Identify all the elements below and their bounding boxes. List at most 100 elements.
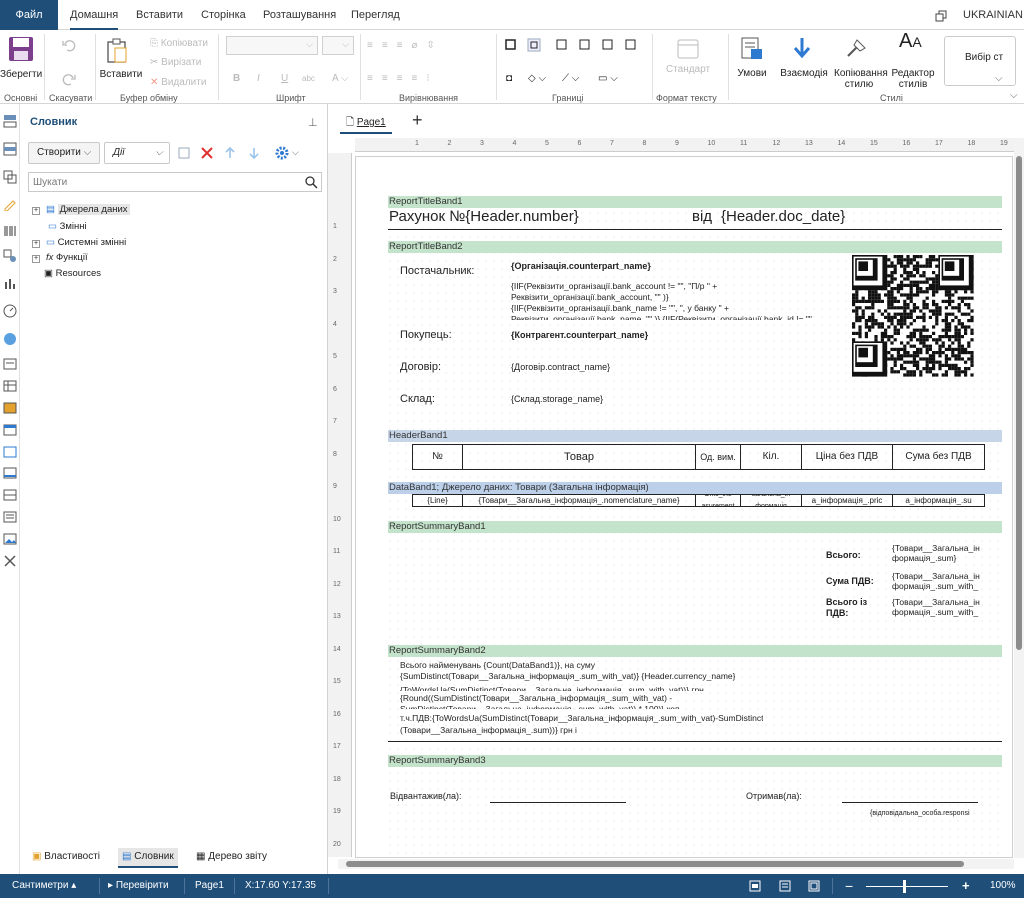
align-top-buttons[interactable]: ≡≡≡⌀⇳ [367,40,444,51]
cut-button[interactable]: ✂ Вирізати [150,57,201,68]
copy-button[interactable]: ⎘ Копіювати [150,38,208,49]
supplier-bank-line2[interactable]: Реквізити_організації.bank_account, "" )… [511,292,669,302]
interaction-button[interactable]: Взаємодія [776,68,832,79]
move-up-icon[interactable] [223,146,237,160]
delete-icon[interactable] [200,146,214,160]
cross-tab-icon[interactable] [3,401,17,415]
line-style-button[interactable]: ▭ ⌵ [598,73,618,84]
strikethrough-button[interactable]: abc [302,73,315,84]
fill-color-button[interactable]: ◇ ⌵ [528,73,546,84]
tab-layout[interactable]: Розташування [263,0,336,30]
style-editor-icon[interactable]: AA [899,31,922,51]
received-label[interactable]: Отримав(ла): [746,791,802,801]
tab-home[interactable]: Домашня [70,0,119,30]
zoom-width-icon[interactable] [808,880,820,892]
invoice-title[interactable]: Рахунок №{Header.number} [389,208,579,225]
border-buttons[interactable] [504,38,644,52]
horizontal-scrollbar[interactable] [338,859,1014,869]
text-icon[interactable] [3,357,17,371]
tab-page1[interactable]: 🗋 Page1 [340,112,392,134]
vertical-scroll-thumb[interactable] [1016,156,1022,650]
buyer-value[interactable]: {Контрагент.counterpart_name} [511,330,648,340]
italic-button[interactable]: I [257,73,260,84]
page-view-icon[interactable] [749,880,761,892]
total-vat-label[interactable]: Всього із ПДВ: [826,597,882,619]
collapse-ribbon-icon[interactable]: ⌵ [1010,90,1018,101]
table-icon[interactable] [3,379,17,393]
vat-value[interactable]: {Товари__Загальна_ін формація_.sum_with_ [892,571,987,593]
header-band1[interactable]: HeaderBand1 [388,430,1002,442]
undo-icon[interactable] [62,38,76,52]
total-label[interactable]: Всього: [826,550,861,560]
data-sum[interactable]: а_інформація_.su [892,494,985,507]
report-summary-band1[interactable]: ReportSummaryBand1 [388,521,1002,533]
subreport-icon[interactable] [3,423,17,437]
align-text-buttons[interactable]: ≡≡≡≡⁝ [367,73,439,84]
style-editor-button[interactable]: Редактор стилів [889,68,937,90]
supplier-bank-line3[interactable]: {IIF(Реквізити_організації.bank_name != … [511,303,729,313]
circle-icon[interactable] [3,332,17,346]
chevron-down-icon[interactable]: ⌵ [292,147,299,158]
panel-icon[interactable] [3,445,17,459]
container-icon[interactable] [3,466,17,480]
component-icon[interactable] [3,170,17,184]
copy-style-button[interactable]: Копіювання стилю [834,68,888,90]
create-button[interactable]: Створити ⌵ [28,142,100,164]
edit-icon[interactable] [178,146,192,160]
add-page-icon[interactable]: + [412,110,423,131]
save-icon[interactable] [8,36,34,62]
tree-item-system-variables[interactable]: + ▭ Системні змінні [32,237,126,249]
report-summary-band3[interactable]: ReportSummaryBand3 [388,755,1002,767]
col-sum[interactable]: Сума без ПДВ [892,444,985,470]
delete-button[interactable]: ✕ Видалити [150,77,206,88]
chart-icon[interactable] [3,276,17,290]
pen-icon[interactable] [3,197,17,211]
summary-line7[interactable]: (Товари__Загальна_інформація_.sum))} грн… [400,725,577,735]
font-color-button[interactable]: A ⌵ [332,73,348,84]
summary-line6[interactable]: т.ч.ПДВ:{ToWordsUa(SumDistinct(Товари__З… [400,713,763,723]
tab-page[interactable]: Сторінка [201,0,246,30]
fit-page-icon[interactable] [779,880,791,892]
supplier-bank-line4[interactable]: Реквізити_організації.bank_name, "" )} {… [511,314,841,320]
supplier-label[interactable]: Постачальник: [400,265,474,277]
buyer-label[interactable]: Покупець: [400,329,452,341]
tree-item-resources[interactable]: ▣ Resources [44,268,101,280]
language-selector[interactable]: UKRAINIAN [963,0,1023,30]
data-qty[interactable]: загальна_ін формація [740,494,802,507]
conditions-button[interactable]: Умови [730,68,774,79]
data-line[interactable]: {Line} [412,494,463,507]
barcode-icon[interactable] [3,224,17,238]
settings-gear-icon[interactable] [274,145,290,161]
responsible-name[interactable]: {відповідальна_особа.responsible_name} [870,809,970,818]
summary-line4[interactable]: {Round((SumDistinct(Товари__Загальна_інф… [400,693,672,703]
tree-item-functions[interactable]: + fx Функції [32,252,88,264]
data-band1[interactable]: DataBand1; Джерело даних: Товари (Загаль… [388,482,1002,494]
doc-date[interactable]: {Header.doc_date} [721,208,845,225]
summary-line5[interactable]: SumDistinct(Товари__Загальна_інформація_… [400,704,682,709]
contract-label[interactable]: Договір: [400,361,441,373]
zoom-out-button[interactable]: − [845,874,853,898]
summary-line3[interactable]: {ToWordsUa(SumDistinct(Товари__Загальна_… [400,685,704,691]
save-button[interactable]: Зберегти [0,69,42,80]
format-standard-button[interactable]: Стандарт [662,64,714,75]
zoom-in-button[interactable]: + [962,874,970,898]
supplier-bank-line1[interactable]: {IIF(Реквізити_організації.bank_account … [511,281,717,291]
shadow-button[interactable]: ◘ [506,73,512,84]
qr-code-image[interactable] [848,251,975,378]
tab-dictionary[interactable]: ▤ Словник [118,848,178,868]
search-icon[interactable] [305,176,318,189]
tree-item-data-sources[interactable]: + ▤ Джерела даних [32,204,130,216]
report-page[interactable]: ReportTitleBand1 Рахунок №{Header.number… [355,156,1013,858]
search-input[interactable]: Шукати [28,172,322,192]
tab-view[interactable]: Перегляд [351,0,400,30]
data-unit[interactable]: Onic_ine asurement [695,494,741,507]
horizontal-scroll-thumb[interactable] [346,861,964,867]
cross-band-icon[interactable] [3,142,17,156]
font-family-select[interactable]: ⌵ [226,36,318,55]
storage-label[interactable]: Склад: [400,393,435,405]
interaction-icon[interactable] [792,36,812,60]
pin-icon[interactable]: ⊥ [308,116,318,129]
image-icon[interactable] [3,532,17,546]
copy-style-icon[interactable] [845,36,869,60]
units-select[interactable]: Сантиметри ▴ [12,874,76,898]
